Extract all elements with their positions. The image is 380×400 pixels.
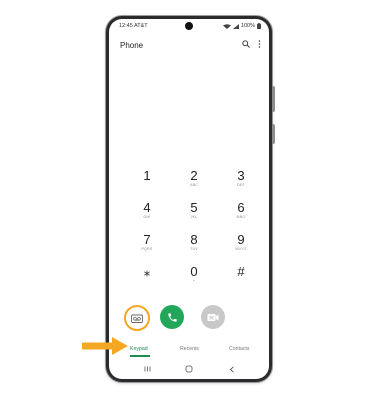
call-button[interactable]	[160, 305, 184, 329]
key-letters: GHI	[143, 215, 151, 219]
keypad-row: 4 GHI 5 JKL 6 MNO	[125, 201, 263, 233]
bottom-tabs: Keypad Recents Contacts	[109, 343, 269, 359]
power-button	[272, 124, 275, 144]
recent-apps-button[interactable]	[141, 364, 153, 374]
app-bar-actions	[242, 40, 261, 48]
battery-icon	[257, 23, 261, 29]
volume-button	[272, 86, 275, 112]
phone-device: 12:45 AT&T 100% Phone 1 2 ABC 3 DEF 4 GH…	[106, 16, 275, 382]
key-letters: MNO	[236, 215, 246, 219]
key-letters: WXYZ	[235, 247, 247, 251]
key-letters	[219, 279, 263, 284]
tab-keypad[interactable]: Keypad	[130, 346, 148, 352]
tab-contacts[interactable]: Contacts	[229, 346, 249, 352]
key-8[interactable]: 8 TUV	[172, 233, 216, 265]
home-button[interactable]	[183, 364, 195, 374]
key-digit: #	[237, 264, 245, 279]
key-letters: ABC	[190, 183, 198, 187]
key-star[interactable]: ⁎	[125, 265, 169, 297]
call-actions	[109, 305, 269, 331]
key-digit: 2	[190, 168, 198, 183]
key-letters: PQRS	[141, 247, 153, 251]
key-6[interactable]: 6 MNO	[219, 201, 263, 233]
key-digit: 8	[190, 232, 198, 247]
key-digit: 9	[237, 232, 245, 247]
key-4[interactable]: 4 GHI	[125, 201, 169, 233]
key-digit: 7	[143, 232, 151, 247]
key-2[interactable]: 2 ABC	[172, 169, 216, 201]
key-digit: 4	[143, 200, 151, 215]
status-time: 12:45 AT&T	[119, 23, 148, 29]
system-nav-bar	[109, 361, 269, 379]
front-camera	[185, 22, 193, 30]
more-vertical-icon[interactable]	[258, 40, 261, 48]
key-letters: JKL	[190, 215, 198, 219]
pointer-arrow-icon	[82, 337, 128, 355]
voicemail-button[interactable]	[124, 305, 150, 331]
key-letters: DEF	[237, 183, 245, 187]
battery-percent: 100%	[240, 23, 255, 29]
app-bar: Phone	[109, 38, 269, 54]
key-0[interactable]: 0 +	[172, 265, 216, 297]
phone-screen: 12:45 AT&T 100% Phone 1 2 ABC 3 DEF 4 GH…	[109, 19, 269, 379]
page-title: Phone	[120, 41, 144, 50]
key-digit: 5	[190, 200, 198, 215]
phone-icon	[167, 312, 177, 322]
video-call-icon	[207, 313, 219, 321]
search-icon[interactable]	[242, 40, 250, 48]
signal-icon	[232, 23, 239, 29]
key-letters	[125, 279, 169, 284]
voicemail-icon	[131, 314, 143, 323]
key-digit: 3	[237, 168, 245, 183]
active-tab-indicator	[130, 355, 150, 357]
wifi-icon	[222, 23, 231, 29]
key-7[interactable]: 7 PQRS	[125, 233, 169, 265]
recent-apps-icon	[144, 366, 150, 372]
key-hash[interactable]: #	[219, 265, 263, 297]
key-digit: 0	[190, 264, 198, 279]
key-digit: 1	[143, 168, 151, 183]
key-9[interactable]: 9 WXYZ	[219, 233, 263, 265]
key-digit: 6	[237, 200, 245, 215]
key-digit: ⁎	[143, 264, 151, 279]
key-letters: TUV	[190, 247, 198, 251]
back-icon	[229, 365, 234, 373]
video-call-button[interactable]	[201, 305, 225, 329]
stage: 12:45 AT&T 100% Phone 1 2 ABC 3 DEF 4 GH…	[0, 0, 380, 400]
key-1[interactable]: 1	[125, 169, 169, 201]
status-bar: 12:45 AT&T 100%	[109, 19, 269, 31]
home-icon	[185, 365, 193, 373]
key-5[interactable]: 5 JKL	[172, 201, 216, 233]
keypad-row: ⁎ 0 + #	[125, 265, 263, 297]
back-button[interactable]	[226, 364, 238, 374]
keypad-row: 7 PQRS 8 TUV 9 WXYZ	[125, 233, 263, 265]
key-letters	[125, 183, 169, 188]
dial-keypad: 1 2 ABC 3 DEF 4 GHI 5 JKL 6 MNO 7 PQRS 8…	[125, 169, 263, 297]
key-letters: +	[192, 279, 196, 283]
key-3[interactable]: 3 DEF	[219, 169, 263, 201]
keypad-row: 1 2 ABC 3 DEF	[125, 169, 263, 201]
tab-recents[interactable]: Recents	[180, 346, 199, 352]
status-icons: 100%	[222, 23, 261, 29]
